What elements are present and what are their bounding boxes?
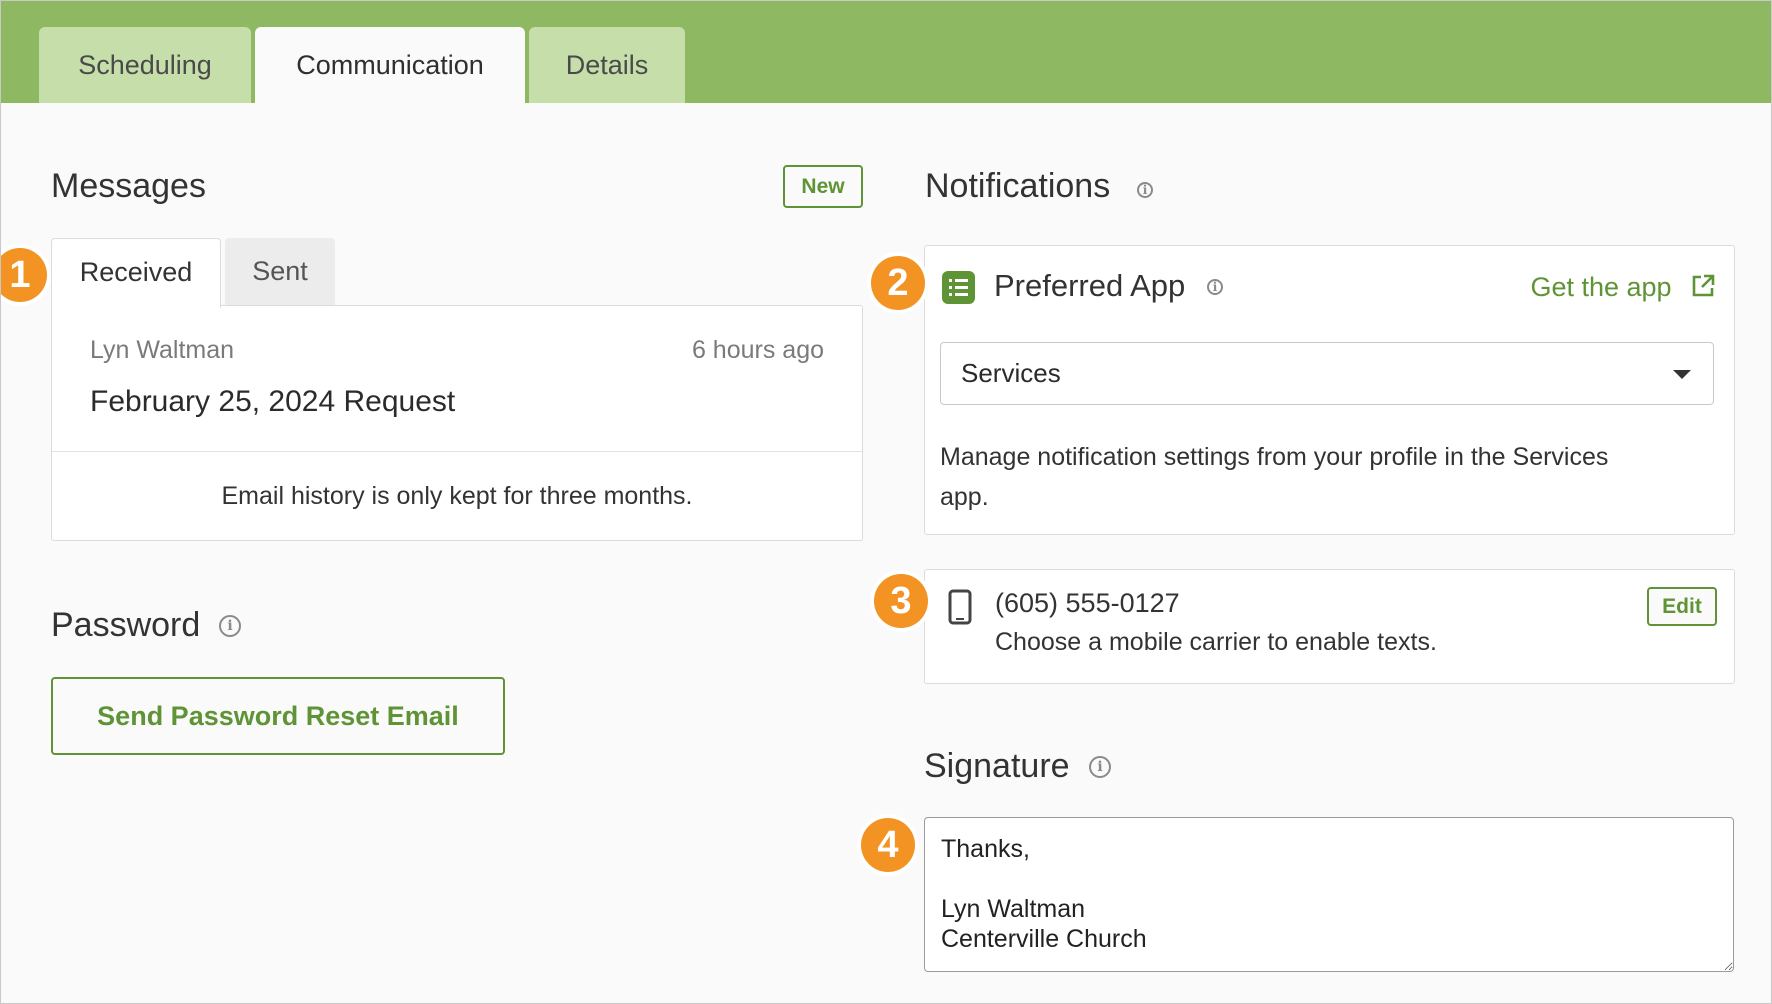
top-tab-bar: Scheduling Communication Details bbox=[1, 1, 1771, 103]
message-sender: Lyn Waltman bbox=[90, 336, 235, 364]
mobile-phone-icon bbox=[948, 589, 972, 625]
preferred-app-select[interactable]: Services bbox=[940, 342, 1714, 405]
new-message-button[interactable]: New bbox=[783, 165, 863, 208]
phone-carrier-note: Choose a mobile carrier to enable texts. bbox=[995, 628, 1437, 656]
message-subject: February 25, 2024 Request bbox=[90, 385, 456, 418]
preferred-app-info-icon[interactable]: i bbox=[1207, 279, 1223, 295]
message-list-item[interactable]: Lyn Waltman 6 hours ago February 25, 202… bbox=[52, 306, 862, 452]
callout-badge-3: 3 bbox=[874, 574, 928, 628]
messages-title: Messages bbox=[51, 167, 206, 205]
chevron-down-icon bbox=[1673, 370, 1691, 379]
phone-card: (605) 555-0127 Choose a mobile carrier t… bbox=[924, 569, 1735, 684]
notifications-info-icon[interactable]: i bbox=[1137, 182, 1153, 198]
tab-scheduling[interactable]: Scheduling bbox=[39, 27, 251, 103]
preferred-app-description: Manage notification settings from your p… bbox=[940, 443, 1609, 511]
list-app-icon bbox=[942, 271, 975, 304]
phone-number: (605) 555-0127 bbox=[995, 588, 1180, 618]
edit-phone-button[interactable]: Edit bbox=[1647, 587, 1717, 626]
get-the-app-label: Get the app bbox=[1530, 272, 1672, 302]
tab-sent[interactable]: Sent bbox=[225, 238, 335, 306]
password-info-icon[interactable]: i bbox=[219, 615, 241, 637]
app-frame: Scheduling Communication Details Message… bbox=[0, 0, 1772, 1004]
callout-badge-2: 2 bbox=[871, 256, 925, 310]
messages-panel: Lyn Waltman 6 hours ago February 25, 202… bbox=[51, 305, 863, 541]
callout-badge-1: 1 bbox=[1, 248, 47, 302]
preferred-app-selected-value: Services bbox=[961, 358, 1061, 388]
notifications-title: Notifications bbox=[925, 167, 1111, 205]
message-timestamp: 6 hours ago bbox=[691, 336, 824, 364]
external-link-icon bbox=[1692, 274, 1715, 297]
tab-received[interactable]: Received bbox=[51, 238, 221, 308]
email-history-note: Email history is only kept for three mon… bbox=[221, 482, 693, 510]
callout-badge-4: 4 bbox=[861, 818, 915, 872]
password-title: Password bbox=[51, 606, 201, 644]
signature-title: Signature bbox=[924, 747, 1070, 785]
signature-info-icon[interactable]: i bbox=[1089, 756, 1111, 778]
tab-details[interactable]: Details bbox=[529, 27, 685, 103]
preferred-app-title: Preferred App bbox=[994, 268, 1186, 303]
send-password-reset-button[interactable]: Send Password Reset Email bbox=[51, 677, 505, 755]
tab-communication[interactable]: Communication bbox=[255, 27, 525, 103]
signature-textarea[interactable]: Thanks, Lyn Waltman Centerville Church bbox=[924, 817, 1734, 972]
get-the-app-link[interactable]: Get the app bbox=[1530, 270, 1716, 304]
